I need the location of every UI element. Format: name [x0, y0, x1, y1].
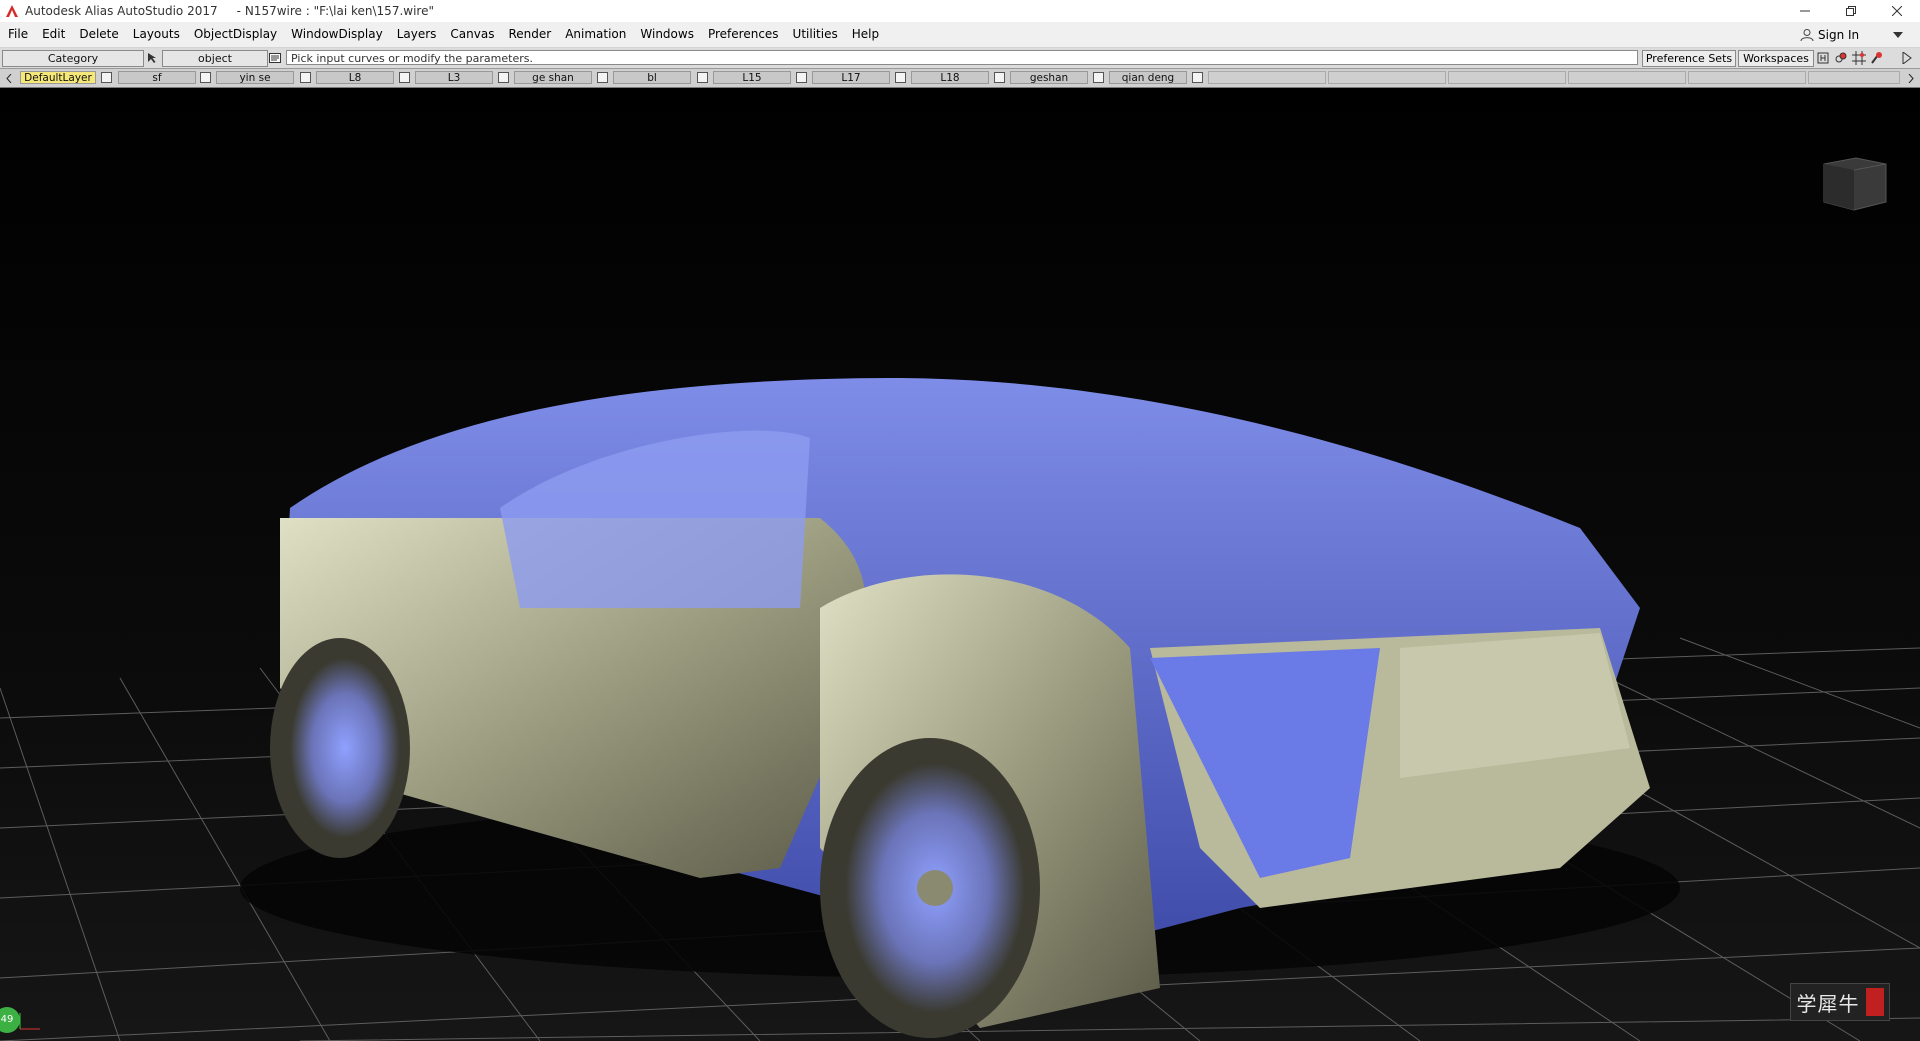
menu-layers[interactable]: Layers: [390, 22, 444, 47]
menu-preferences[interactable]: Preferences: [701, 22, 786, 47]
layer-visibility-checkbox[interactable]: [1093, 72, 1104, 83]
prompt-history-icon[interactable]: [268, 51, 282, 65]
layer-visibility-checkbox[interactable]: [994, 72, 1005, 83]
shelf-icon[interactable]: [1870, 51, 1884, 65]
layer-slot-empty: [1568, 71, 1686, 84]
autodesk-alias-logo-icon: [5, 4, 19, 18]
axis-triad-icon: [18, 1011, 42, 1031]
menu-edit[interactable]: Edit: [35, 22, 72, 47]
menu-bar: File Edit Delete Layouts ObjectDisplay W…: [0, 22, 1920, 48]
front-wheel: [270, 638, 410, 858]
layer-yin-se[interactable]: yin se: [216, 71, 294, 84]
close-icon: [1892, 6, 1902, 16]
menu-animation[interactable]: Animation: [558, 22, 633, 47]
menu-utilities[interactable]: Utilities: [786, 22, 845, 47]
layer-visibility-checkbox[interactable]: [200, 72, 211, 83]
layer-visibility-checkbox[interactable]: [300, 72, 311, 83]
close-button[interactable]: [1874, 0, 1920, 22]
layer-visibility-checkbox[interactable]: [697, 72, 708, 83]
menu-help[interactable]: Help: [845, 22, 886, 47]
minimize-button[interactable]: [1782, 0, 1828, 22]
layer-ge-shan[interactable]: ge shan: [514, 71, 592, 84]
chevron-down-icon[interactable]: [1893, 31, 1904, 39]
layer-slot-empty: [1688, 71, 1806, 84]
pick-tool-icon[interactable]: [146, 51, 160, 65]
car-model: [240, 378, 1680, 1038]
layer-bl[interactable]: bl: [613, 71, 691, 84]
chevron-right-icon: [1908, 73, 1914, 83]
layer-slot-empty: [1208, 71, 1326, 84]
layer-visibility-checkbox[interactable]: [597, 72, 608, 83]
layer-visibility-checkbox[interactable]: [101, 72, 112, 83]
window-title: Autodesk Alias AutoStudio 2017 - N157wir…: [25, 4, 434, 18]
layer-geshan[interactable]: geshan: [1010, 71, 1088, 84]
title-bar: Autodesk Alias AutoStudio 2017 - N157wir…: [0, 0, 1920, 22]
layer-l15[interactable]: L15: [713, 71, 791, 84]
layer-slot-empty: [1808, 71, 1900, 84]
prompt-toolbar: Category object Pick input curves or mod…: [0, 48, 1920, 69]
user-icon: [1800, 28, 1814, 41]
chevron-left-icon: [6, 73, 12, 83]
layer-l8[interactable]: L8: [316, 71, 394, 84]
sign-in-label: Sign In: [1818, 27, 1860, 42]
restore-icon: [1846, 6, 1856, 16]
perspective-viewport[interactable]: 49 学犀牛: [0, 88, 1920, 1041]
play-arrow-icon[interactable]: [1900, 51, 1914, 65]
layer-scroll-right[interactable]: [1904, 70, 1918, 86]
watermark-text: 学犀牛: [1796, 991, 1860, 1016]
layer-visibility-checkbox[interactable]: [498, 72, 509, 83]
layer-l17[interactable]: L17: [812, 71, 890, 84]
grid-snap-icon[interactable]: [1852, 51, 1866, 65]
menu-delete[interactable]: Delete: [72, 22, 125, 47]
sign-in-button[interactable]: Sign In: [1800, 22, 1920, 47]
layer-l18[interactable]: L18: [911, 71, 989, 84]
workspaces-button[interactable]: Workspaces: [1738, 50, 1814, 67]
layer-visibility-checkbox[interactable]: [1192, 72, 1203, 83]
menu-file[interactable]: File: [0, 22, 35, 47]
palette-icon[interactable]: [1834, 51, 1848, 65]
layer-sf[interactable]: sf: [118, 71, 196, 84]
scene-canvas: [0, 378, 1920, 1041]
layer-visibility-checkbox[interactable]: [796, 72, 807, 83]
minimize-icon: [1800, 10, 1810, 12]
object-selector[interactable]: object: [162, 50, 268, 67]
menu-windowdisplay[interactable]: WindowDisplay: [284, 22, 390, 47]
prompt-line[interactable]: Pick input curves or modify the paramete…: [286, 50, 1638, 65]
menu-objectdisplay[interactable]: ObjectDisplay: [187, 22, 284, 47]
menu-layouts[interactable]: Layouts: [126, 22, 187, 47]
layer-visibility-checkbox[interactable]: [399, 72, 410, 83]
layer-scroll-left[interactable]: [2, 70, 16, 86]
layer-defaultlayer[interactable]: DefaultLayer: [20, 71, 96, 84]
category-selector[interactable]: Category: [2, 50, 144, 67]
restore-button[interactable]: [1828, 0, 1874, 22]
layer-visibility-checkbox[interactable]: [895, 72, 906, 83]
layer-l3[interactable]: L3: [415, 71, 493, 84]
menu-windows[interactable]: Windows: [633, 22, 701, 47]
watermark-logo: 学犀牛: [1790, 983, 1890, 1021]
preference-sets-button[interactable]: Preference Sets: [1642, 50, 1736, 67]
menu-canvas[interactable]: Canvas: [443, 22, 501, 47]
layer-bar: DefaultLayer sf yin se L8 L3 ge shan bl …: [0, 69, 1920, 88]
layer-slot-empty: [1328, 71, 1446, 84]
layer-qian-deng[interactable]: qian deng: [1109, 71, 1187, 84]
watermark-seal-icon: [1865, 988, 1884, 1016]
viewcube-icon[interactable]: [1820, 154, 1890, 214]
layer-slot-empty: [1448, 71, 1566, 84]
menu-render[interactable]: Render: [501, 22, 558, 47]
help-panel-icon[interactable]: [1816, 51, 1830, 65]
rear-wheel: [820, 738, 1040, 1038]
